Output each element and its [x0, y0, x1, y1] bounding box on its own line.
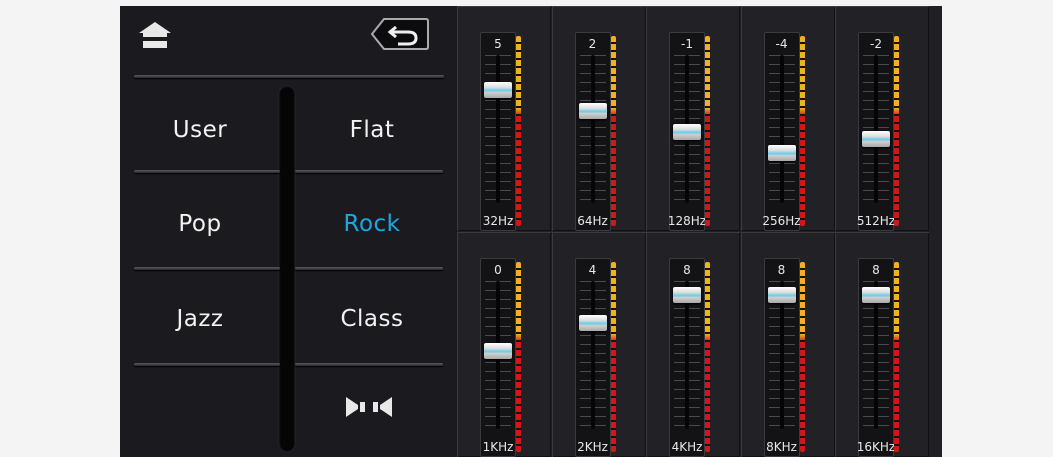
eq-band: 8 8KHz [740, 232, 835, 457]
divider [295, 363, 443, 366]
eq-band-rail[interactable] [874, 281, 878, 429]
divider [134, 75, 444, 78]
eq-band-slider-knob[interactable] [673, 124, 701, 140]
eq-band-slider-box: 5 32Hz [480, 32, 516, 231]
eq-band-value: 0 [494, 263, 502, 277]
eq-band-frequency: 256Hz [762, 214, 801, 228]
eq-band-rail[interactable] [779, 281, 784, 429]
eq-band-frequency: 8KHz [766, 440, 797, 454]
eq-band-slider-knob[interactable] [862, 131, 890, 147]
eq-band-slider-box: 8 16KHz [856, 258, 896, 457]
preset-class[interactable]: Class [292, 299, 452, 339]
eq-band-value: 8 [872, 263, 880, 277]
eq-band-level-meter [894, 262, 899, 452]
eq-band-rail[interactable] [685, 281, 689, 429]
eq-band-frequency: 32Hz [482, 214, 514, 228]
eq-band-level-meter [610, 36, 616, 226]
eq-band: 0 1KHz [457, 232, 551, 457]
eq-band-slider-knob[interactable] [862, 287, 890, 303]
eq-band-rail[interactable] [779, 55, 784, 203]
eq-band-slider-box: -4 256Hz [762, 32, 801, 231]
eq-band: 5 32Hz [457, 6, 551, 231]
preset-rock[interactable]: Rock [292, 204, 452, 244]
eq-band-level-meter [705, 262, 710, 452]
preset-pop[interactable]: Pop [120, 204, 280, 244]
eq-band-level-meter [516, 262, 521, 452]
home-icon[interactable] [138, 20, 172, 50]
back-arrow-icon[interactable] [370, 17, 430, 51]
equalizer-app: User Flat Pop Rock Jazz Class 5 32Hz 2 64Hz… [120, 6, 942, 457]
eq-band-rail[interactable] [874, 55, 878, 203]
eq-band: -1 128Hz [646, 6, 740, 231]
eq-band-slider-box: -1 128Hz [667, 32, 707, 231]
divider [295, 170, 443, 173]
eq-band-slider-knob[interactable] [484, 343, 512, 359]
eq-band-slider-box: -2 512Hz [856, 32, 896, 231]
eq-band-frequency: 64Hz [577, 214, 608, 228]
eq-band: -2 512Hz [835, 6, 929, 231]
eq-band-slider-knob[interactable] [767, 287, 796, 303]
divider [295, 267, 443, 270]
eq-band-slider-box: 8 4KHz [669, 258, 705, 457]
eq-band-level-meter [516, 36, 521, 226]
eq-band-value: 5 [494, 37, 502, 51]
eq-band-slider-knob[interactable] [673, 287, 701, 303]
eq-band-value: 2 [588, 37, 597, 51]
divider [134, 363, 280, 366]
eq-band: 8 4KHz [646, 232, 740, 457]
eq-band-frequency: 16KHz [856, 440, 896, 454]
eq-band-value: 8 [683, 263, 691, 277]
eq-band-slider-knob[interactable] [484, 82, 512, 98]
preset-user[interactable]: User [120, 110, 280, 150]
eq-band-value: -1 [681, 37, 693, 51]
eq-band-frequency: 512Hz [856, 214, 896, 228]
eq-band-slider-box: 8 8KHz [763, 258, 800, 457]
preset-flat[interactable]: Flat [292, 110, 452, 150]
eq-band-slider-box: 0 1KHz [480, 258, 516, 457]
eq-band-rail[interactable] [590, 55, 595, 203]
eq-band-frequency: 4KHz [671, 440, 703, 454]
eq-band-rail[interactable] [590, 281, 595, 429]
eq-band: 8 16KHz [835, 232, 929, 457]
eq-band-slider-box: 4 2KHz [574, 258, 611, 457]
eq-band-level-meter [799, 262, 805, 452]
equalizer-bands: 5 32Hz 2 64Hz -1 128Hz -4 256Hz -2 512Hz 0 1KHz 4 2KH… [457, 6, 942, 457]
preset-panel: User Flat Pop Rock Jazz Class [120, 6, 457, 457]
eq-band-value: 4 [588, 263, 597, 277]
eq-band-frequency: 128Hz [667, 214, 707, 228]
eq-band-frequency: 1KHz [482, 440, 514, 454]
surround-speaker-icon[interactable] [340, 390, 400, 424]
eq-band-level-meter [610, 262, 616, 452]
preset-jazz[interactable]: Jazz [120, 299, 280, 339]
eq-band-rail[interactable] [496, 55, 500, 203]
eq-band-slider-knob[interactable] [578, 315, 607, 331]
eq-band: -4 256Hz [740, 6, 835, 231]
eq-band-slider-knob[interactable] [767, 145, 796, 161]
eq-band-level-meter [799, 36, 805, 226]
eq-band-value: -2 [870, 37, 882, 51]
eq-band-level-meter [894, 36, 899, 226]
eq-band: 2 64Hz [551, 6, 646, 231]
eq-band-frequency: 2KHz [577, 440, 608, 454]
eq-band-value: -4 [775, 37, 788, 51]
eq-band-slider-knob[interactable] [578, 103, 607, 119]
eq-band-value: 8 [777, 263, 786, 277]
eq-band-level-meter [705, 36, 710, 226]
divider [134, 170, 280, 173]
eq-band-slider-box: 2 64Hz [574, 32, 611, 231]
divider [134, 267, 280, 270]
eq-band: 4 2KHz [551, 232, 646, 457]
